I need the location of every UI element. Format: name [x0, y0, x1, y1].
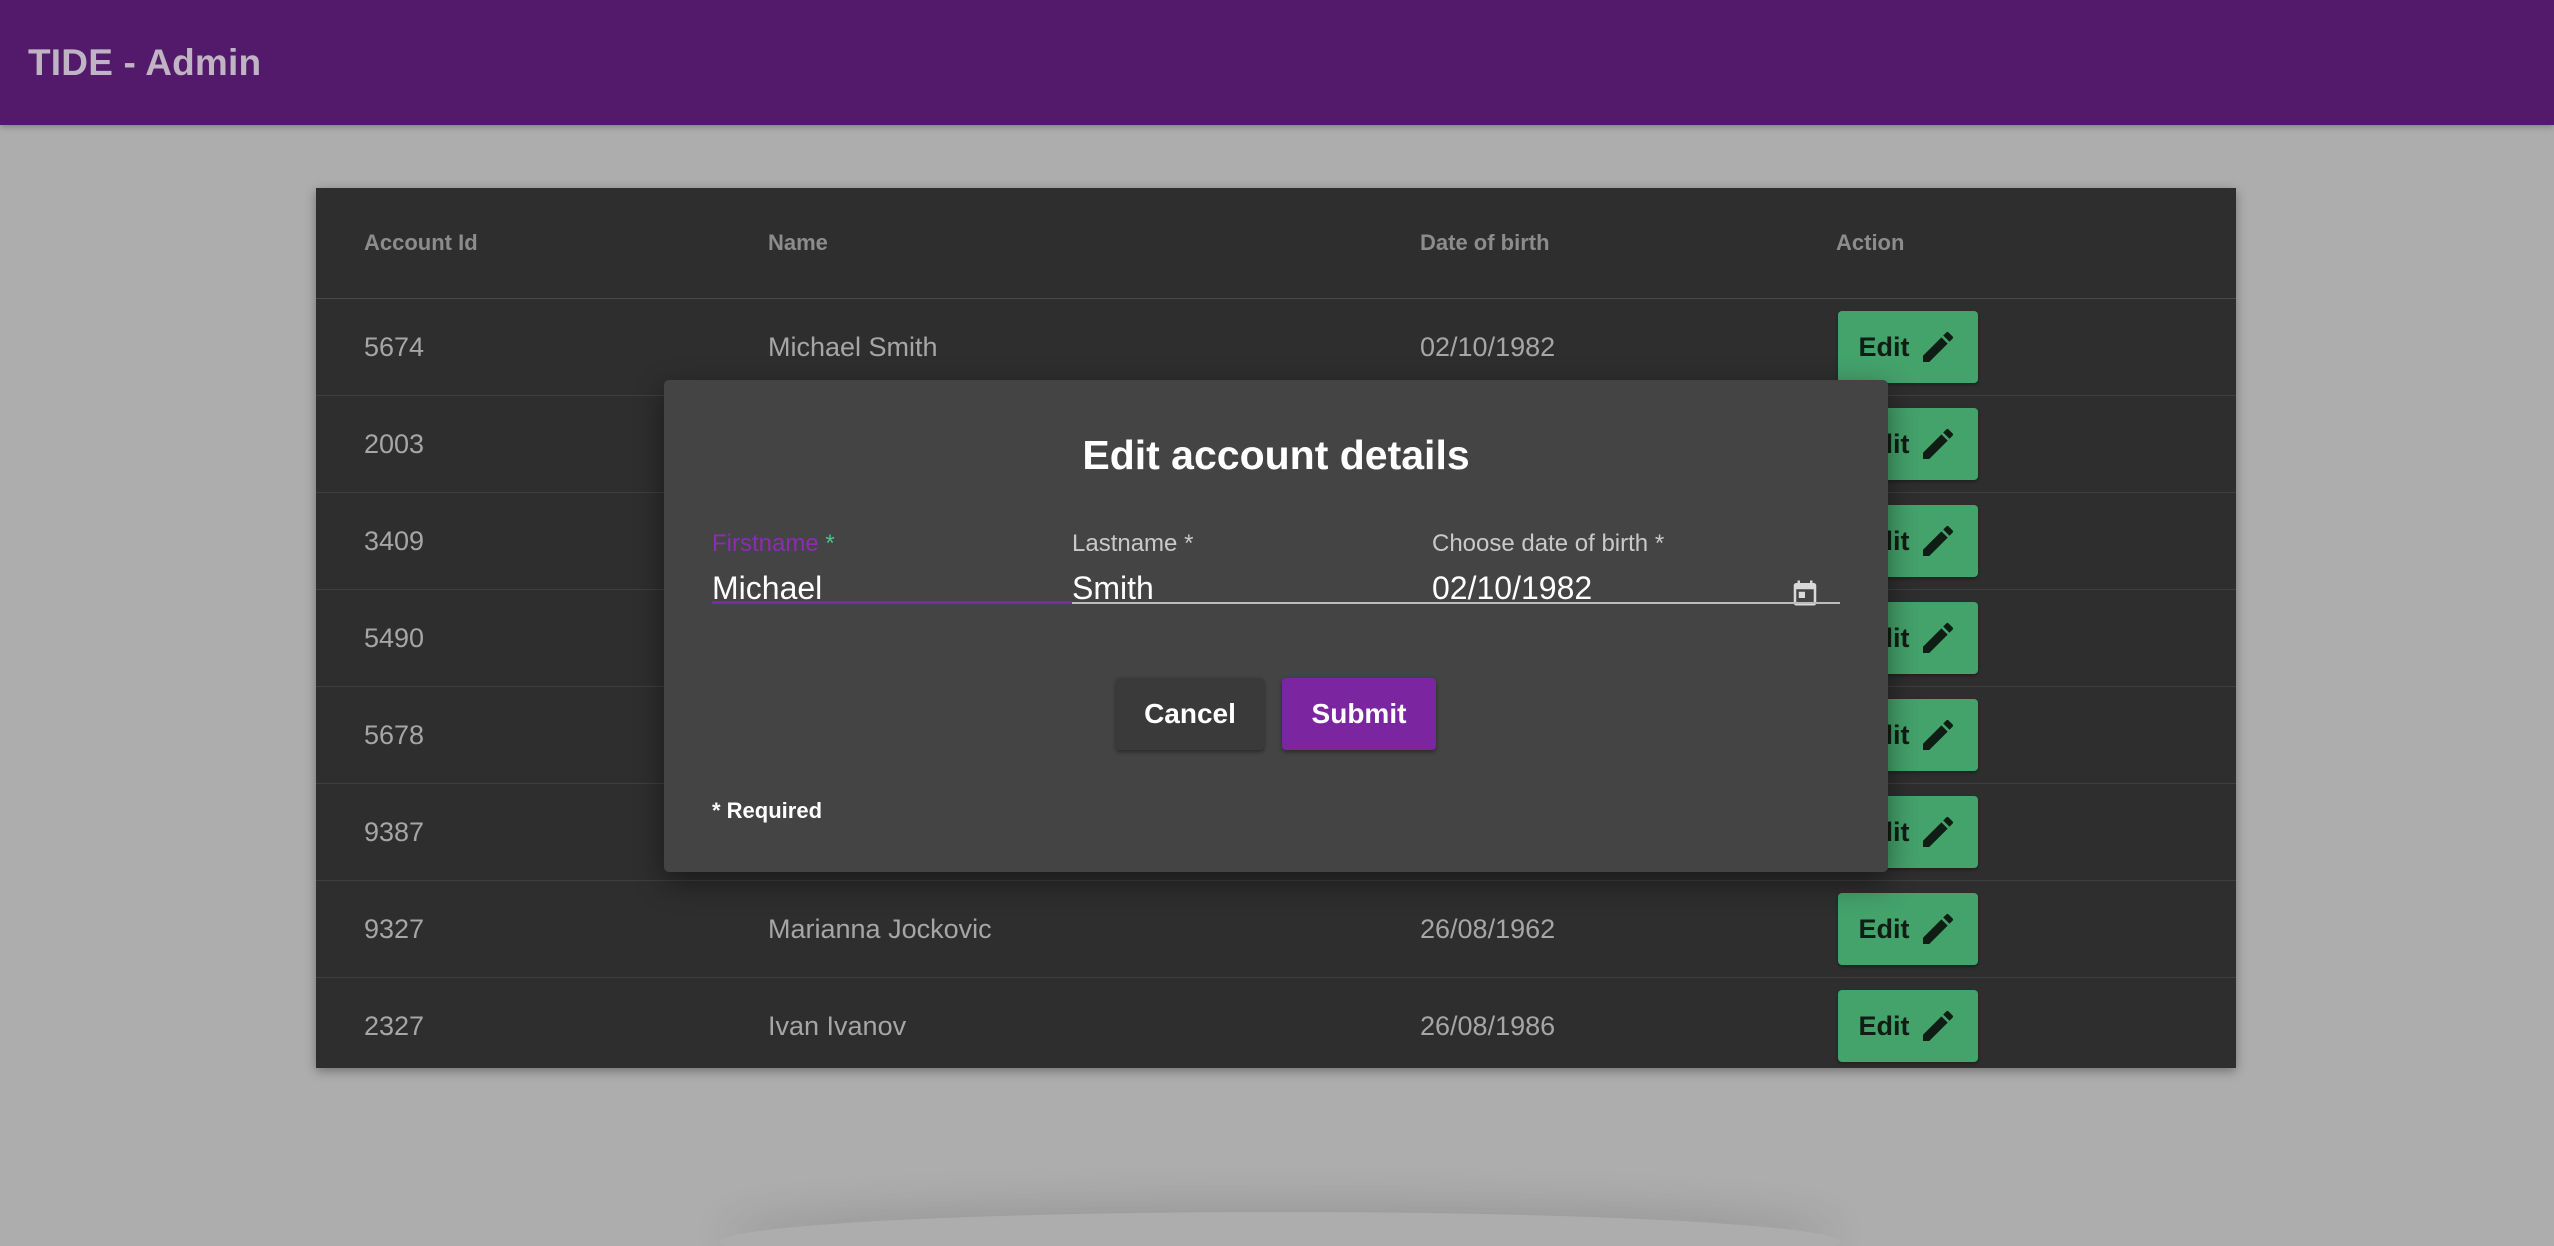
date-of-birth-underline — [1432, 602, 1840, 604]
required-note: * Required — [712, 798, 823, 823]
date-of-birth-field[interactable]: Choose date of birth * — [1432, 530, 1840, 607]
pencil-icon — [1922, 719, 1953, 750]
edit-button[interactable]: Edit — [1838, 311, 1978, 383]
pencil-icon — [1922, 428, 1953, 459]
app-title: TIDE - Admin — [28, 41, 262, 83]
date-of-birth-cell: 26/08/1962 — [1420, 914, 1556, 944]
lastname-underline — [1072, 602, 1432, 604]
firstname-underline — [712, 601, 1072, 604]
edit-label: Edit — [1858, 331, 1910, 362]
app-bar: TIDE - Admin — [0, 0, 2554, 125]
pencil-icon — [1922, 1010, 1953, 1041]
account-id-cell: 9327 — [364, 914, 425, 944]
submit-button[interactable]: Submit — [1282, 678, 1436, 750]
backdrop-shadow — [720, 1212, 1840, 1246]
pencil-icon — [1922, 816, 1953, 847]
dialog-title: Edit account details — [1082, 432, 1470, 478]
table-row: 2327 Ivan Ivanov 26/08/1986 Edit — [316, 978, 2236, 1074]
name-cell: Marianna Jockovic — [768, 914, 992, 944]
column-header-account-id: Account Id — [364, 230, 478, 255]
account-id-cell: 2327 — [364, 1011, 425, 1041]
account-id-cell: 5678 — [364, 720, 425, 750]
column-header-date-of-birth: Date of birth — [1420, 230, 1550, 255]
date-of-birth-label: Choose date of birth * — [1432, 530, 1665, 557]
pencil-icon — [1922, 913, 1953, 944]
table-header: Account Id Name Date of birth Action — [316, 188, 2236, 299]
pencil-icon — [1922, 331, 1953, 362]
edit-button[interactable]: Edit — [1838, 893, 1978, 965]
account-id-cell: 9387 — [364, 817, 425, 847]
column-header-name: Name — [768, 230, 828, 255]
lastname-field[interactable]: Lastname * — [1072, 530, 1432, 607]
account-id-cell: 2003 — [364, 429, 425, 459]
firstname-label: Firstname * — [712, 530, 835, 557]
pencil-icon — [1922, 525, 1953, 556]
firstname-field[interactable]: Firstname * — [712, 530, 1072, 607]
edit-label: Edit — [1858, 913, 1910, 944]
lastname-label: Lastname * — [1072, 530, 1194, 557]
edit-label: Edit — [1858, 1010, 1910, 1041]
account-id-cell: 5674 — [364, 332, 425, 362]
edit-button[interactable]: Edit — [1838, 990, 1978, 1062]
pencil-icon — [1922, 622, 1953, 653]
date-of-birth-cell: 26/08/1986 — [1420, 1011, 1556, 1041]
name-cell: Ivan Ivanov — [768, 1011, 907, 1041]
column-header-action: Action — [1836, 230, 1905, 255]
account-id-cell: 5490 — [364, 623, 425, 653]
account-id-cell: 3409 — [364, 526, 425, 556]
edit-account-dialog: Edit account details Firstname * Lastnam… — [664, 380, 1888, 872]
cancel-button[interactable]: Cancel — [1116, 678, 1264, 750]
table-row: 9327 Marianna Jockovic 26/08/1962 Edit — [316, 881, 2236, 978]
